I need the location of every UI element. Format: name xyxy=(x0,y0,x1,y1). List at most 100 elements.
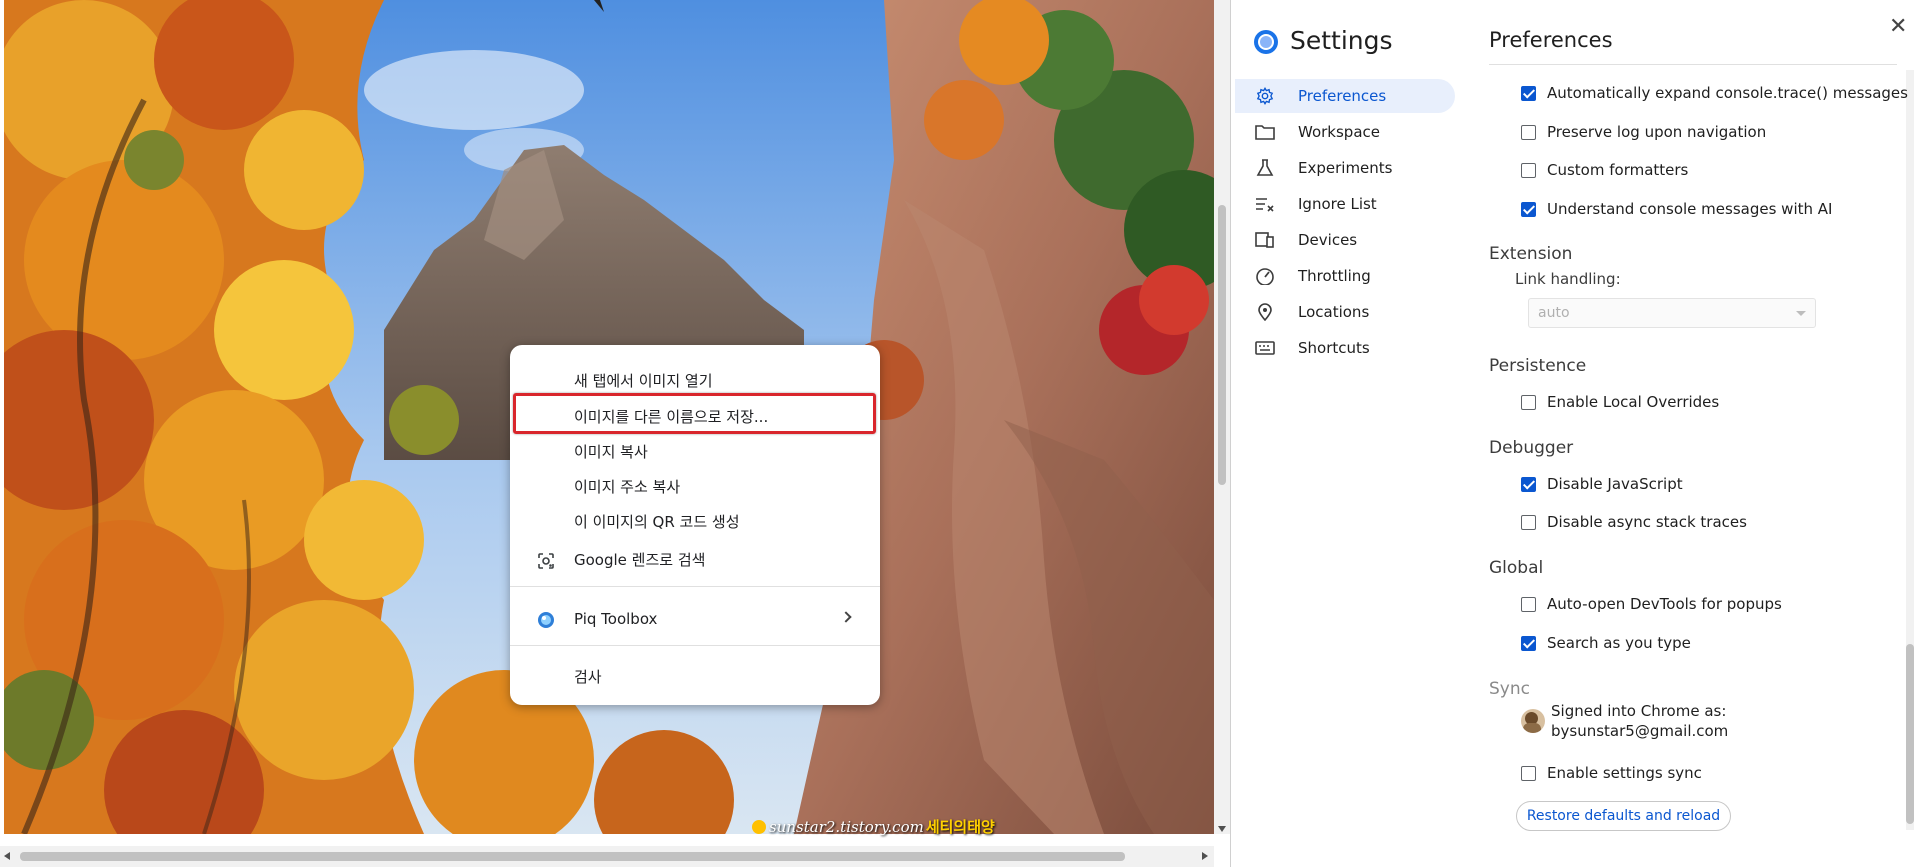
menu-piq-toolbox[interactable]: Piq Toolbox xyxy=(510,603,880,635)
restore-defaults-button[interactable]: Restore defaults and reload xyxy=(1516,801,1731,831)
gear-icon xyxy=(1256,87,1274,105)
option-label: Understand console messages with AI xyxy=(1547,200,1833,218)
folder-icon xyxy=(1255,125,1275,140)
checkbox-checked[interactable] xyxy=(1521,202,1536,217)
menu-item-label: 검사 xyxy=(574,668,602,686)
speedometer-icon xyxy=(1256,268,1274,285)
nav-item-experiments[interactable]: Experiments xyxy=(1235,151,1455,185)
checkbox-checked[interactable] xyxy=(1521,86,1536,101)
nav-item-label: Locations xyxy=(1298,303,1370,321)
watermark-name: 세티의태양 xyxy=(925,818,995,836)
section-title-persistence: Persistence xyxy=(1489,356,1587,376)
option-auto-open-devtools-popups[interactable]: Auto-open DevTools for popups xyxy=(1521,593,1782,615)
signed-in-email: bysunstar5@gmail.com xyxy=(1551,722,1729,740)
menu-item-label: Piq Toolbox xyxy=(574,610,658,628)
section-title-extension: Extension xyxy=(1489,244,1573,264)
menu-inspect[interactable]: 검사 xyxy=(510,661,880,693)
checkbox-unchecked[interactable] xyxy=(1521,395,1536,410)
horizontal-scroll-thumb[interactable] xyxy=(20,852,1125,861)
devtools-settings-panel: Settings ✕ Preferences Workspace Experim… xyxy=(1230,0,1917,867)
chevron-down-icon xyxy=(1796,311,1806,316)
ignore-list-icon xyxy=(1256,198,1274,212)
vertical-scroll-thumb[interactable] xyxy=(1218,205,1226,485)
option-label: Auto-open DevTools for popups xyxy=(1547,595,1782,613)
menu-separator xyxy=(510,586,880,587)
piq-toolbox-icon xyxy=(538,612,554,628)
page-vertical-scrollbar[interactable] xyxy=(1214,0,1230,834)
menu-copy-image-address[interactable]: 이미지 주소 복사 xyxy=(510,471,880,503)
photo-watermark: sunstar2.tistory.com 세티의태양 xyxy=(752,816,995,837)
option-label: Enable Local Overrides xyxy=(1547,393,1720,411)
menu-search-google-lens[interactable]: Google 렌즈로 검색 xyxy=(510,544,880,576)
menu-create-qr-code[interactable]: 이 이미지의 QR 코드 생성 xyxy=(510,506,880,538)
link-handling-label: Link handling: xyxy=(1515,270,1621,288)
location-pin-icon xyxy=(1258,303,1272,321)
screen: sunstar2.tistory.com 세티의태양 새 탭에서 이미지 열기 이… xyxy=(0,0,1917,867)
option-label: Automatically expand console.trace() mes… xyxy=(1547,84,1908,102)
option-label: Search as you type xyxy=(1547,634,1691,652)
preferences-header: Preferences xyxy=(1489,28,1613,52)
flask-icon xyxy=(1256,159,1274,176)
web-page: sunstar2.tistory.com 세티의태양 새 탭에서 이미지 열기 이… xyxy=(0,0,1230,867)
scroll-right-arrow-icon[interactable] xyxy=(1202,852,1208,860)
nav-item-shortcuts[interactable]: Shortcuts xyxy=(1235,331,1455,365)
close-icon[interactable]: ✕ xyxy=(1889,14,1907,39)
devtools-logo-icon xyxy=(1254,30,1278,54)
section-title-global: Global xyxy=(1489,558,1544,578)
menu-item-label: 새 탭에서 이미지 열기 xyxy=(574,372,713,390)
watermark-url: sunstar2.tistory.com xyxy=(769,818,924,836)
section-title-sync: Sync xyxy=(1489,679,1530,699)
keyboard-icon xyxy=(1255,341,1275,355)
nav-item-devices[interactable]: Devices xyxy=(1235,223,1455,257)
divider xyxy=(1489,64,1897,65)
checkbox-unchecked[interactable] xyxy=(1521,515,1536,530)
nav-item-preferences[interactable]: Preferences xyxy=(1235,79,1455,113)
sun-logo-icon xyxy=(752,820,766,834)
option-label: Custom formatters xyxy=(1547,161,1689,179)
nav-item-workspace[interactable]: Workspace xyxy=(1235,115,1455,149)
image-context-menu: 새 탭에서 이미지 열기 이미지를 다른 이름으로 저장... 이미지 복사 이… xyxy=(510,345,880,705)
option-disable-async-stack-traces[interactable]: Disable async stack traces xyxy=(1521,511,1747,533)
menu-item-label: 이미지 복사 xyxy=(574,443,648,461)
nav-item-label: Workspace xyxy=(1298,123,1380,141)
highlight-box xyxy=(513,393,876,434)
nav-item-label: Devices xyxy=(1298,231,1358,249)
nav-item-throttling[interactable]: Throttling xyxy=(1235,259,1455,293)
option-search-as-you-type[interactable]: Search as you type xyxy=(1521,632,1691,654)
menu-item-label: 이미지 주소 복사 xyxy=(574,478,681,496)
checkbox-unchecked[interactable] xyxy=(1521,597,1536,612)
checkbox-unchecked[interactable] xyxy=(1521,125,1536,140)
nav-item-label: Throttling xyxy=(1298,267,1371,285)
option-disable-javascript[interactable]: Disable JavaScript xyxy=(1521,473,1683,495)
option-preserve-log[interactable]: Preserve log upon navigation xyxy=(1521,121,1766,143)
checkbox-unchecked[interactable] xyxy=(1521,163,1536,178)
checkbox-checked[interactable] xyxy=(1521,477,1536,492)
chevron-right-icon xyxy=(840,611,852,623)
option-label: Enable settings sync xyxy=(1547,764,1702,782)
preferences-scrollbar[interactable] xyxy=(1903,64,1917,844)
google-lens-icon xyxy=(538,553,554,569)
nav-item-label: Preferences xyxy=(1298,87,1387,105)
scroll-down-arrow-icon[interactable] xyxy=(1218,826,1226,832)
checkbox-checked[interactable] xyxy=(1521,636,1536,651)
select-value: auto xyxy=(1538,305,1570,321)
option-enable-settings-sync[interactable]: Enable settings sync xyxy=(1521,762,1702,784)
devices-icon xyxy=(1255,232,1274,248)
checkbox-unchecked[interactable] xyxy=(1521,766,1536,781)
page-horizontal-scrollbar[interactable] xyxy=(0,846,1214,867)
menu-separator xyxy=(510,645,880,646)
nav-item-locations[interactable]: Locations xyxy=(1235,295,1455,329)
option-enable-local-overrides[interactable]: Enable Local Overrides xyxy=(1521,391,1719,413)
nav-item-label: Ignore List xyxy=(1298,195,1377,213)
scroll-left-arrow-icon[interactable] xyxy=(4,852,10,860)
option-understand-console-ai[interactable]: Understand console messages with AI xyxy=(1521,198,1832,220)
option-label: Disable JavaScript xyxy=(1547,475,1683,493)
nav-item-ignore-list[interactable]: Ignore List xyxy=(1235,187,1455,221)
nav-item-label: Experiments xyxy=(1298,159,1393,177)
option-expand-console-trace[interactable]: Automatically expand console.trace() mes… xyxy=(1521,82,1908,104)
option-custom-formatters[interactable]: Custom formatters xyxy=(1521,159,1688,181)
scroll-thumb[interactable] xyxy=(1906,644,1914,824)
link-handling-select[interactable]: auto xyxy=(1528,298,1816,328)
menu-copy-image[interactable]: 이미지 복사 xyxy=(510,436,880,468)
signed-in-label: Signed into Chrome as: xyxy=(1551,702,1727,720)
